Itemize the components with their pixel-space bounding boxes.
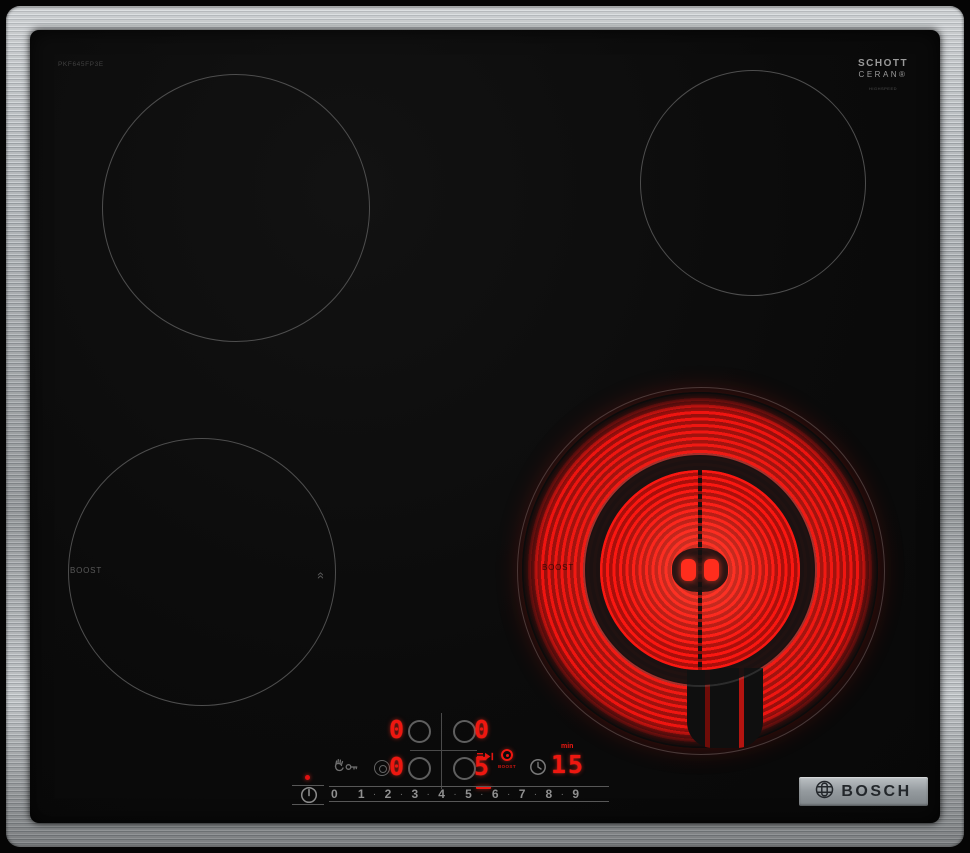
rear-left-level-display: 0 [389, 715, 405, 744]
slider-level-9[interactable]: 9 [572, 787, 579, 801]
slider-level-2[interactable]: 2 [385, 787, 392, 801]
zone-map-divider-vertical [441, 713, 442, 789]
bosch-wordmark: BOSCH [841, 782, 912, 800]
cooktop: BOOST » BOOST 0 0 0 5 BOOST min 15 0 1 ·… [0, 0, 970, 853]
power-level-slider[interactable]: 0·1·2·3·4·5·6·7·8·9 [331, 787, 579, 801]
element-center-glow-right [704, 559, 719, 581]
element-center-glow-left [681, 559, 696, 581]
zone-front-left [68, 438, 336, 706]
slider-separator: · [560, 788, 564, 800]
radiant-heating-element [522, 392, 878, 748]
element-center-hub [672, 548, 728, 592]
slider-level-4[interactable]: 4 [438, 787, 445, 801]
zone-rear-left [102, 74, 370, 342]
child-lock-icon[interactable] [333, 757, 359, 779]
double-chevron-up-icon: » [312, 571, 328, 580]
schott-line2: CERAN® [858, 70, 908, 79]
schott-line1: SCHOTT [858, 58, 909, 69]
power-pilot-light [305, 775, 310, 780]
zone-map-divider-horizontal [410, 750, 477, 751]
bosch-emblem-icon [815, 780, 834, 804]
slider-separator: · [426, 788, 430, 800]
slider-level-0[interactable]: 0 [331, 787, 338, 801]
slider-level-3[interactable]: 3 [411, 787, 418, 801]
power-button[interactable] [300, 786, 318, 809]
boost-indicator-icon[interactable] [501, 749, 513, 761]
timer-unit-label: min [561, 743, 574, 750]
bosch-logo-badge: BOSCH [799, 777, 928, 806]
front-left-zone-select-key[interactable] [408, 757, 431, 780]
schott-ceran-logo: SCHOTT CERAN® HIGHSPEED [858, 58, 908, 91]
front-right-zone-select-key[interactable] [453, 757, 476, 780]
zone-rear-right [640, 70, 866, 296]
boost-indicator-label: BOOST [497, 764, 516, 769]
rear-right-level-display: 0 [474, 715, 490, 744]
slider-bottom-line [329, 801, 609, 802]
slider-separator: · [453, 788, 457, 800]
slider-separator: · [372, 788, 377, 800]
element-inner-coil [600, 470, 800, 670]
slider-separator: · [533, 788, 538, 800]
front-left-level-display: 0 [389, 752, 405, 781]
slider-separator: · [506, 788, 511, 800]
slider-level-6[interactable]: 6 [492, 787, 499, 801]
front-right-boost-label: BOOST [542, 563, 575, 572]
dual-zone-select-icon[interactable] [374, 760, 390, 776]
schott-line3: HIGHSPEED [868, 86, 898, 91]
slider-level-7[interactable]: 7 [519, 787, 526, 801]
model-number: PKF645FP3E [58, 61, 104, 68]
timer-clock-icon[interactable] [529, 758, 547, 781]
slider-separator: · [480, 788, 484, 800]
slider-level-8[interactable]: 8 [546, 787, 553, 801]
timer-display: 15 [551, 750, 586, 779]
rear-left-zone-select-key[interactable] [408, 720, 431, 743]
slider-level-1[interactable]: 1 [358, 787, 365, 801]
slider-level-5[interactable]: 5 [465, 787, 472, 801]
rear-right-zone-select-key[interactable] [453, 720, 476, 743]
slider-separator: · [399, 788, 404, 800]
front-left-boost-label: BOOST [70, 566, 103, 575]
